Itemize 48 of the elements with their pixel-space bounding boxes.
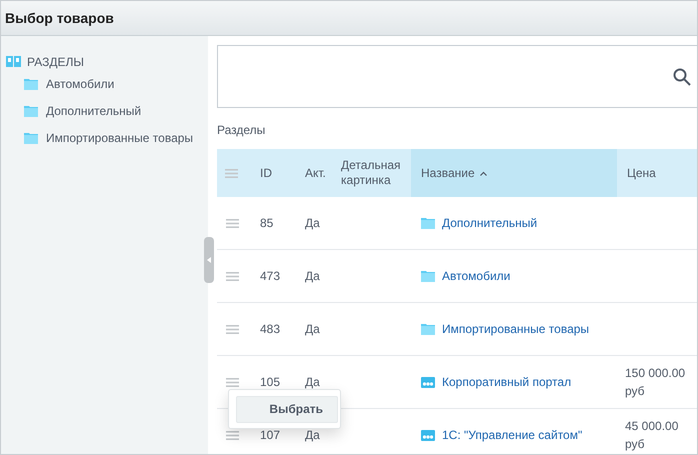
- folder-icon: [24, 132, 38, 144]
- column-header[interactable]: Цена: [627, 166, 656, 180]
- drag-handle-icon[interactable]: [226, 272, 239, 280]
- column-header[interactable]: ID: [260, 166, 272, 180]
- drag-handle-icon[interactable]: [226, 430, 239, 440]
- tree-item[interactable]: Дополнительный: [46, 104, 142, 118]
- item-link[interactable]: Дополнительный: [421, 214, 538, 232]
- collapse-handle[interactable]: [204, 237, 214, 283]
- item-link[interactable]: Корпоративный портал: [421, 373, 572, 391]
- column-header[interactable]: Акт.: [305, 166, 326, 180]
- table-cell-text: Да: [305, 427, 320, 444]
- column-header[interactable]: Название: [421, 166, 475, 180]
- table-cell-text: 105: [260, 374, 280, 391]
- table-cell-text: 150 000.00 руб: [625, 365, 686, 400]
- search-field[interactable]: [217, 45, 697, 108]
- select-button[interactable]: Выбрать: [236, 396, 338, 422]
- search-icon[interactable]: [673, 68, 691, 86]
- product-icon: [421, 430, 435, 440]
- table-cell-text: Да: [305, 268, 320, 285]
- sort-caret-icon: [480, 170, 487, 176]
- column-header[interactable]: Детальная картинка: [341, 158, 411, 188]
- folder-icon: [421, 270, 435, 282]
- table-cell-text: 45 000.00 руб: [625, 418, 680, 453]
- item-link[interactable]: Автомобили: [421, 267, 510, 285]
- section-title: Разделы: [217, 123, 266, 137]
- table-cell-text: 85: [260, 215, 274, 232]
- folder-icon: [24, 78, 38, 90]
- drag-handle-icon[interactable]: [226, 324, 239, 334]
- product-icon: [421, 376, 435, 388]
- item-link[interactable]: 1С: "Управление сайтом": [421, 426, 582, 444]
- item-link[interactable]: Импортированные товары: [421, 320, 590, 338]
- folder-icon: [24, 104, 38, 116]
- table-cell-text: Да: [305, 215, 320, 232]
- folder-icon: [421, 217, 435, 229]
- table-cell-text: Да: [305, 374, 320, 391]
- book-icon: [6, 56, 21, 68]
- table-cell-text: Да: [305, 321, 320, 338]
- table-cell-text: 473: [260, 268, 280, 285]
- drag-handle-icon[interactable]: [226, 378, 239, 386]
- drag-handle-icon[interactable]: [225, 168, 238, 178]
- tree-root-label[interactable]: РАЗДЕЛЫ: [27, 55, 84, 69]
- table-cell-text: 483: [260, 321, 280, 338]
- window-title: Выбор товаров: [1, 1, 697, 36]
- folder-icon: [421, 323, 435, 335]
- tree-item[interactable]: Автомобили: [46, 76, 114, 90]
- drag-handle-icon[interactable]: [226, 218, 239, 228]
- table-cell-text: 107: [260, 427, 280, 444]
- tree-item[interactable]: Импортированные товары: [46, 130, 194, 144]
